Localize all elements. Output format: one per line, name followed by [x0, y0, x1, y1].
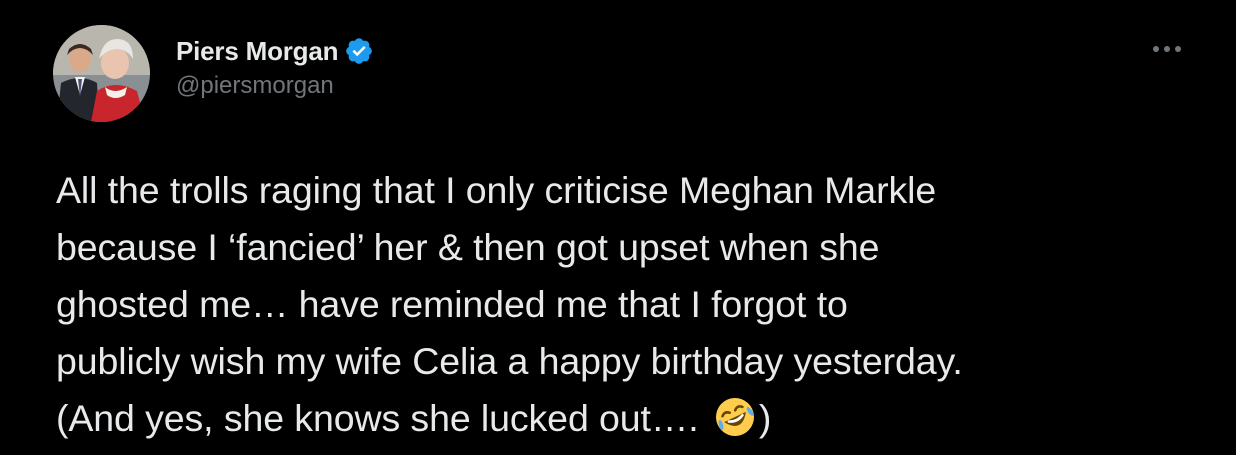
tweet-text-line: because I ‘fancied’ her & then got upset… [56, 226, 880, 268]
tweet: Piers Morgan @piersmorgan All the trolls… [0, 0, 1236, 446]
name-row: Piers Morgan [176, 34, 374, 68]
author-info: Piers Morgan @piersmorgan [176, 34, 374, 100]
avatar-photo [53, 25, 150, 122]
tweet-text-line: publicly wish my wife Celia a happy birt… [56, 340, 963, 382]
author-display-name[interactable]: Piers Morgan [176, 36, 339, 67]
verified-badge-icon [344, 36, 374, 66]
author-avatar[interactable] [53, 25, 150, 122]
rolling-on-floor-laughing-icon [713, 395, 757, 439]
tweet-text: All the trolls raging that I only critic… [56, 162, 1216, 447]
author-handle[interactable]: @piersmorgan [176, 72, 374, 100]
more-options-icon[interactable] [1147, 34, 1187, 64]
tweet-text-line: ghosted me… have reminded me that I forg… [56, 283, 848, 325]
tweet-text-line: All the trolls raging that I only critic… [56, 169, 937, 211]
tweet-text-line: (And yes, she knows she lucked out…. [56, 397, 709, 439]
tweet-text-tail: ) [758, 397, 772, 439]
